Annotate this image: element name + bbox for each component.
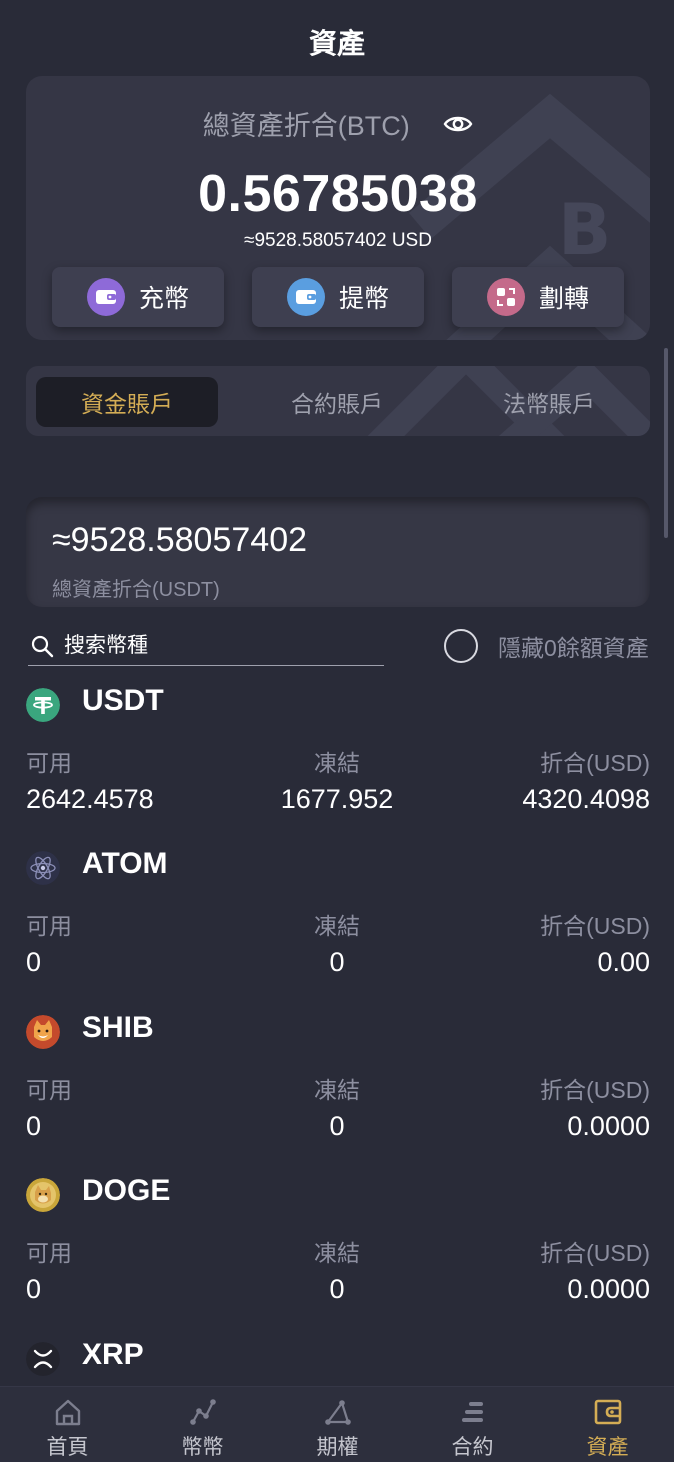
transfer-icon [486, 278, 525, 316]
available-value: 0 [26, 947, 42, 977]
coin-row-usdt[interactable]: USDT 可用 凍結 折合(USD) 2642.4578 1677.952 43… [0, 684, 674, 844]
xrp-logo-icon [26, 1342, 60, 1376]
search-input[interactable] [64, 632, 374, 660]
contract-icon [461, 1402, 483, 1422]
equivalent-header: 折合(USD) [540, 913, 650, 939]
equivalent-header: 折合(USD) [540, 1077, 650, 1103]
nav-label-assets: 資產 [586, 1436, 629, 1459]
option-icon [324, 1400, 351, 1425]
frozen-header: 凍結 [314, 750, 360, 776]
deposit-label: 充幣 [138, 285, 189, 313]
usdt-logo-icon [26, 688, 60, 722]
frozen-header: 凍結 [314, 913, 360, 939]
equivalent-value: 0.0000 [567, 1274, 650, 1304]
search-icon [31, 635, 54, 658]
frozen-value: 0 [329, 1274, 345, 1304]
deposit-button[interactable]: 充幣 [52, 267, 224, 327]
wallet-in-icon [86, 278, 125, 316]
eye-icon[interactable] [443, 113, 473, 135]
withdraw-button[interactable]: 提幣 [252, 267, 424, 327]
usdt-total-card: ≈9528.58057402 總資產折合(USDT) [26, 497, 650, 607]
coin-symbol: ATOM [82, 847, 168, 880]
available-header: 可用 [26, 913, 72, 939]
shib-logo-icon [26, 1015, 60, 1049]
available-value: 0 [26, 1111, 42, 1141]
available-header: 可用 [26, 1077, 72, 1103]
page-title: 資產 [308, 28, 365, 59]
nav-item-assets[interactable]: 資產 [540, 1397, 674, 1461]
frozen-value: 0 [329, 1111, 345, 1141]
scrollbar[interactable] [664, 348, 668, 538]
total-assets-usd-value: ≈9528.58057402 USD [244, 230, 432, 251]
coin-symbol: SHIB [82, 1011, 154, 1044]
coin-search [28, 628, 384, 666]
tab-funding-account[interactable]: 資金賬戶 [36, 377, 218, 427]
coin-row-atom[interactable]: ATOM 可用 凍結 折合(USD) 0 0 0.00 [0, 847, 674, 1007]
bottom-nav: 首頁 幣幣 期權 合約 資產 [0, 1386, 674, 1462]
nav-label-spot: 幣幣 [181, 1436, 224, 1459]
coin-symbol: USDT [82, 684, 164, 717]
doge-logo-icon [26, 1178, 60, 1212]
hide-zero-balance-toggle[interactable]: 隱藏0餘額資產 [444, 628, 649, 664]
wallet-out-icon [286, 278, 325, 316]
chart-line-icon [189, 1399, 216, 1425]
transfer-button[interactable]: 劃轉 [452, 267, 624, 327]
total-assets-btc-label-text: 總資產折合(BTC) [202, 111, 410, 141]
nav-item-contract[interactable]: 合約 [405, 1397, 540, 1461]
hide-zero-label: 隱藏0餘額資產 [498, 635, 649, 661]
hide-zero-radio[interactable] [444, 629, 478, 663]
coin-symbol: XRP [82, 1338, 144, 1371]
equivalent-value: 4320.4098 [522, 784, 650, 814]
transfer-label: 劃轉 [538, 285, 589, 313]
available-header: 可用 [26, 1240, 72, 1266]
equivalent-value: 0.0000 [567, 1111, 650, 1141]
nav-item-spot[interactable]: 幣幣 [135, 1397, 270, 1461]
withdraw-label: 提幣 [338, 285, 389, 313]
atom-logo-icon [26, 851, 60, 885]
frozen-header: 凍結 [314, 1077, 360, 1103]
nav-label-contract: 合約 [451, 1436, 494, 1459]
tab-contract-account[interactable]: 合約賬戶 [246, 377, 428, 427]
usdt-total-value: ≈9528.58057402 [52, 521, 308, 559]
assets-page: 資產 B 總資產折合(BTC) 0.56785038 ≈9528.5805740… [0, 0, 674, 1462]
tab-fiat-account[interactable]: 法幣賬戶 [458, 377, 640, 427]
available-value: 0 [26, 1274, 42, 1304]
frozen-header: 凍結 [314, 1240, 360, 1266]
nav-label-home: 首頁 [46, 1436, 89, 1459]
nav-label-options: 期權 [316, 1436, 359, 1459]
usdt-total-label: 總資產折合(USDT) [52, 579, 220, 601]
coin-row-shib[interactable]: SHIB 可用 凍結 折合(USD) 0 0 0.0000 [0, 1011, 674, 1171]
wallet-icon [594, 1399, 621, 1425]
equivalent-header: 折合(USD) [540, 1240, 650, 1266]
coin-row-doge[interactable]: DOGE 可用 凍結 折合(USD) 0 0 0.0000 [0, 1174, 674, 1334]
asset-summary-card: B 總資產折合(BTC) 0.56785038 ≈9528.58057402 U… [26, 76, 650, 340]
equivalent-header: 折合(USD) [540, 750, 650, 776]
total-assets-btc-value: 0.56785038 [198, 165, 478, 223]
total-assets-btc-label: 總資產折合(BTC) [26, 104, 650, 143]
equivalent-value: 0.00 [597, 947, 650, 977]
frozen-value: 1677.952 [280, 784, 394, 814]
available-header: 可用 [26, 750, 72, 776]
nav-item-home[interactable]: 首頁 [0, 1397, 135, 1461]
coin-symbol: DOGE [82, 1174, 171, 1207]
nav-item-options[interactable]: 期權 [270, 1397, 405, 1461]
home-icon [55, 1399, 80, 1426]
available-value: 2642.4578 [26, 784, 154, 814]
frozen-value: 0 [329, 947, 345, 977]
account-tabs: 資金賬戶 合約賬戶 法幣賬戶 [26, 366, 650, 436]
